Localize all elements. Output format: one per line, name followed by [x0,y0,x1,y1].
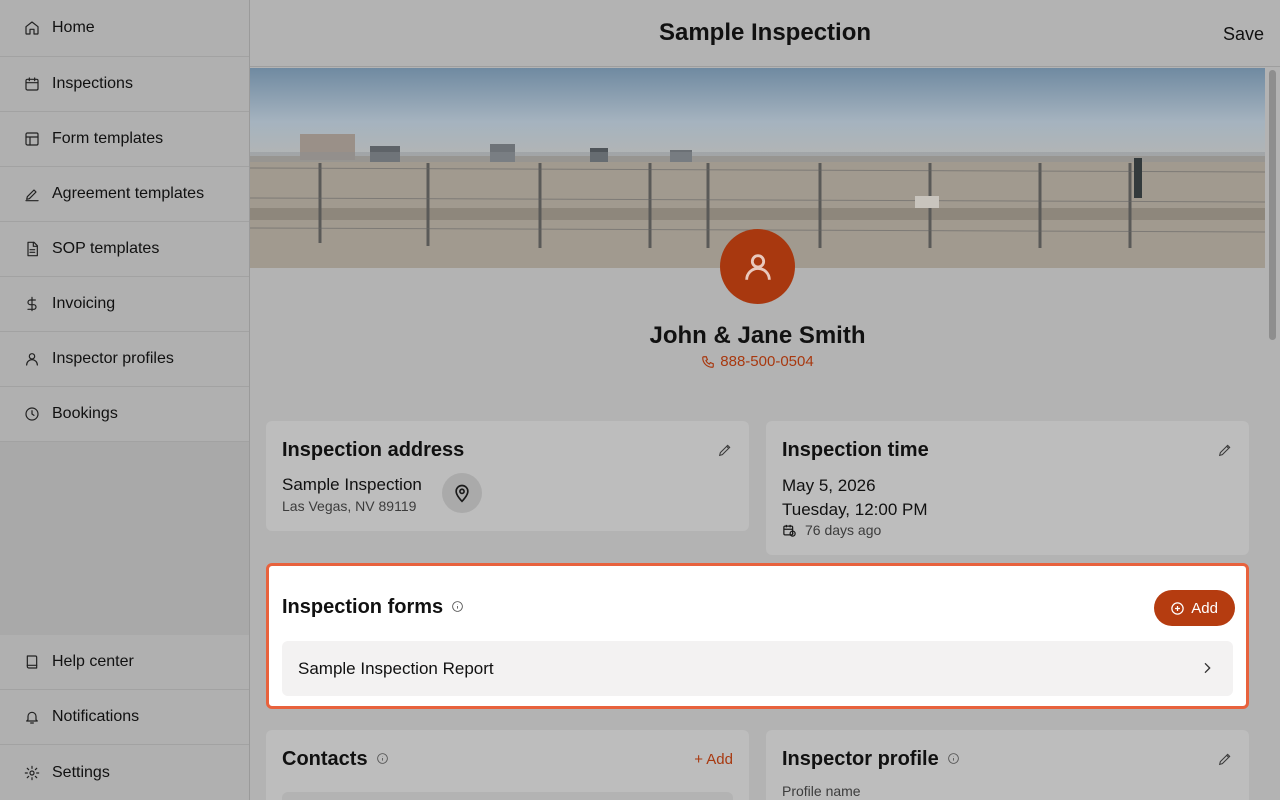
sidebar-item-label: Form templates [52,130,164,147]
page-title: Sample Inspection [658,19,872,46]
bell-icon [24,709,40,725]
client-phone-link[interactable]: 888-500-0504 [250,353,1265,370]
sidebar-item-label: Invoicing [52,295,116,312]
sidebar-bottom-nav: Help center Notifications Settings [0,635,249,800]
inspection-address-title: Inspection address [282,439,465,461]
map-pin-button[interactable] [442,473,482,513]
contacts-title-text: Contacts [282,748,368,770]
gear-icon [24,765,40,781]
sidebar-item-settings[interactable]: Settings [0,745,249,800]
form-list-item[interactable]: Sample Inspection Report [282,641,1233,696]
sidebar-item-label: Inspector profiles [52,350,174,367]
relative-time-text: 76 days ago [805,522,882,538]
sidebar-item-label: Bookings [52,405,118,422]
layout-icon [24,131,40,147]
inspection-day-time: Tuesday, 12:00 PM [782,500,928,519]
sidebar-item-sop-templates[interactable]: SOP templates [0,222,249,277]
scrollbar[interactable] [1269,70,1276,340]
inspector-profile-card: Inspector profile Profile name [766,730,1249,800]
sidebar-item-notifications[interactable]: Notifications [0,690,249,745]
profile-name-label: Profile name [782,783,861,799]
user-icon [24,351,40,367]
info-icon[interactable] [376,748,389,771]
sidebar-item-home[interactable]: Home [0,0,249,57]
add-form-label: Add [1191,599,1218,617]
add-form-button[interactable]: Add [1154,590,1235,626]
sidebar-item-label: Settings [52,763,110,781]
sidebar-item-inspections[interactable]: Inspections [0,57,249,112]
signature-icon [24,186,40,202]
calendar-clock-icon [783,524,796,537]
sidebar-item-form-templates[interactable]: Form templates [0,112,249,167]
calendar-icon [24,76,40,92]
pencil-icon[interactable] [1217,442,1233,458]
info-icon[interactable] [451,596,464,619]
inspection-time-card: Inspection time May 5, 2026 Tuesday, 12:… [766,421,1249,555]
sidebar-item-label: Help center [52,653,134,670]
inspection-forms-title-text: Inspection forms [282,596,444,618]
address-city: Las Vegas, NV 89119 [282,498,417,514]
inspector-profile-title-text: Inspector profile [782,748,939,770]
inspection-forms-card: Inspection forms Add Sample Inspection R… [266,563,1249,709]
phone-icon [702,355,715,368]
pencil-icon[interactable] [717,442,733,458]
user-icon [744,253,771,280]
address-name: Sample Inspection [282,475,422,494]
sidebar-item-agreement-templates[interactable]: Agreement templates [0,167,249,222]
contacts-card: Contacts + Add [266,730,749,800]
inspection-date: May 5, 2026 [782,476,876,495]
chevron-right-icon [1199,660,1215,681]
sidebar-item-label: SOP templates [52,240,160,257]
pencil-icon[interactable] [1217,751,1233,767]
home-icon [24,20,40,36]
client-phone-number: 888-500-0504 [720,353,814,370]
sidebar-item-label: Agreement templates [52,185,205,202]
sidebar-item-inspector-profiles[interactable]: Inspector profiles [0,332,249,387]
inspector-profile-title: Inspector profile [782,748,960,771]
contacts-title: Contacts [282,748,389,771]
sidebar-item-label: Notifications [52,708,140,725]
add-contact-button[interactable]: + Add [694,751,733,768]
clock-icon [24,406,40,422]
plus-circle-icon [1171,601,1185,615]
contacts-list [282,792,733,800]
inspection-forms-title: Inspection forms [282,596,464,619]
sidebar: Home Inspections Form templates Agreemen… [0,0,250,800]
inspection-time-title: Inspection time [782,439,929,461]
page-header: Sample Inspection Save [250,0,1280,67]
dollar-icon [24,296,40,312]
inspection-relative-time: 76 days ago [782,522,881,538]
sidebar-top-nav: Home Inspections Form templates Agreemen… [0,0,249,442]
main-content: Sample Inspection Save John & Jane Smith… [250,0,1280,800]
client-name: John & Jane Smith [649,322,866,349]
sidebar-item-label: Home [52,19,95,36]
info-icon[interactable] [947,748,960,771]
form-item-label: Sample Inspection Report [298,658,494,678]
document-icon [24,241,40,257]
inspection-address-card: Inspection address Sample Inspection Las… [266,421,749,531]
sidebar-item-label: Inspections [52,75,133,92]
sidebar-item-invoicing[interactable]: Invoicing [0,277,249,332]
client-avatar [720,229,795,304]
sidebar-item-bookings[interactable]: Bookings [0,387,249,442]
map-pin-icon [455,484,469,503]
sidebar-item-help-center[interactable]: Help center [0,635,249,690]
book-icon [24,654,40,670]
save-button[interactable]: Save [1223,24,1264,45]
